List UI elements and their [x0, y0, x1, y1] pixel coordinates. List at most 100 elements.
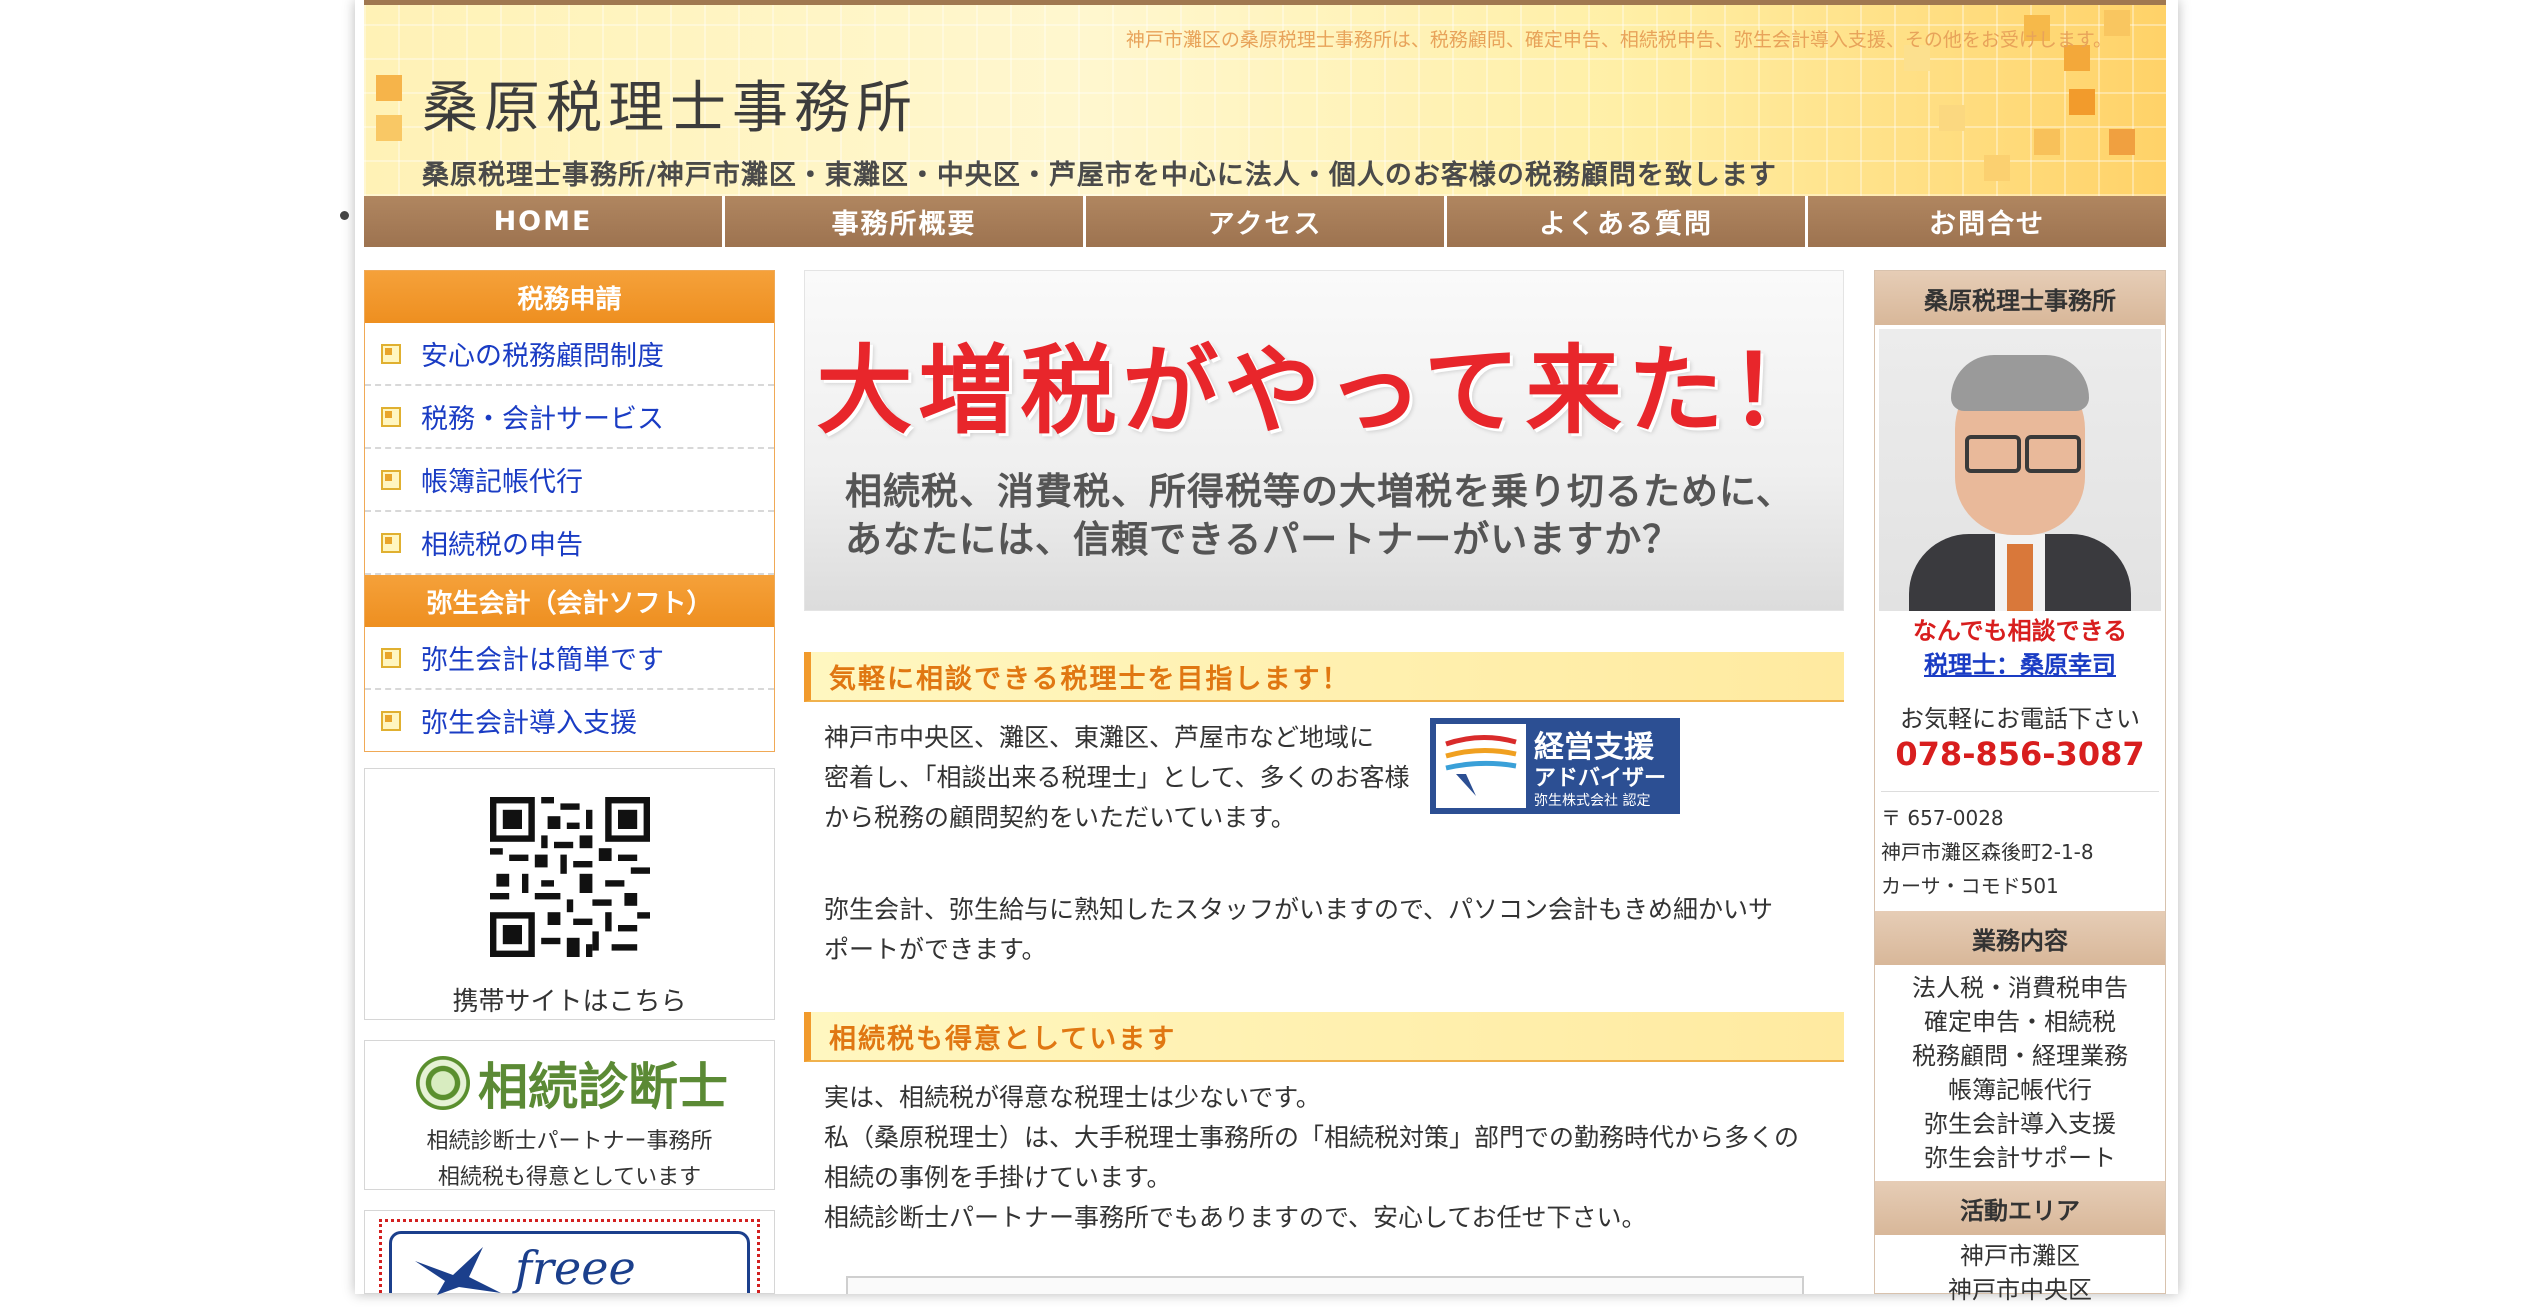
profile-catch: なんでも相談できる [1912, 617, 2128, 645]
nav-home[interactable]: HOME [364, 196, 725, 247]
link-bullet-icon [381, 343, 401, 364]
profile-photo [1879, 329, 2161, 611]
sidebar-link-label[interactable]: 弥生会計導入支援 [421, 701, 637, 740]
text-line: 密着し、「相談出来る税理士」として、多くのお客様 [824, 763, 1410, 792]
header-deco [2109, 129, 2135, 155]
qr-code-icon[interactable] [490, 797, 650, 957]
service-item: 弥生会計サポート [1924, 1144, 2116, 1172]
header-deco [376, 115, 402, 141]
nav-access[interactable]: アクセス [1086, 196, 1447, 247]
hero-line-2: あなたには、信頼できるパートナーがいますか？ [845, 518, 1681, 561]
area-item: 神戸市中央区 [1948, 1276, 2092, 1304]
header-deco [2069, 89, 2095, 115]
photo-glasses-left [1965, 435, 2021, 473]
sidebar-link-tax-advisory[interactable]: 安心の税務顧問制度 [365, 323, 774, 386]
profile-name-link[interactable]: 税理士：桑原幸司 [1875, 645, 2165, 680]
intro-paragraph: 神戸市中央区、灘区、東灘区、芦屋市など地域に 密着し、「相談出来る税理士」として… [824, 718, 1424, 838]
services-list: 法人税・消費税申告 確定申告・相続税 税務顧問・経理業務 帳簿記帳代行 弥生会計… [1875, 971, 2165, 1175]
nav-office-overview[interactable]: 事務所概要 [725, 196, 1086, 247]
link-bullet-icon [381, 710, 401, 731]
souzoku-line2: 相続税も得意としています [437, 1165, 702, 1190]
address-line-1: 神戸市灘区森後町2-1-8 [1881, 840, 2094, 864]
phone-number[interactable]: 078-856-3087 [1875, 735, 2165, 773]
header-tagline: 神戸市灘区の桑原税理士事務所は、税務顧問、確定申告、相続税申告、弥生会計導入支援… [1125, 29, 2112, 51]
sidebar-link-label[interactable]: 帳簿記帳代行 [421, 460, 583, 499]
content-box [846, 1276, 1804, 1294]
photo-hair [1951, 355, 2089, 411]
section-heading: 気軽に相談できる税理士を目指します！ [804, 652, 1844, 702]
badge-subtitle: アドバイザー [1534, 766, 1667, 791]
office-heading: 桑原税理士事務所 [1875, 271, 2165, 325]
hero-title: 大増税がやって来た！ [816, 335, 1832, 447]
freee-card[interactable]: freee [364, 1210, 775, 1295]
service-item: 税務顧問・経理業務 [1912, 1042, 2128, 1070]
area-list: 神戸市灘区 神戸市中央区 [1875, 1239, 2165, 1307]
text-line: 実は、相続税が得意な税理士は少ないです。 [824, 1083, 1321, 1112]
nav-faq[interactable]: よくある質問 [1447, 196, 1808, 247]
sidebar-link-label[interactable]: 相続税の申告 [421, 523, 583, 562]
photo-tie [2007, 544, 2033, 611]
hero-banner: 大増税がやって来た！ 相続税、消費税、所得税等の大増税を乗り切るために、 あなた… [804, 270, 1844, 611]
address-line-2: カーサ・コモド501 [1881, 874, 2059, 898]
services-heading: 業務内容 [1875, 911, 2165, 965]
global-nav: HOME 事務所概要 アクセス よくある質問 お問合せ [364, 196, 2166, 247]
sidebar-link-tax-services[interactable]: 税務・会計サービス [365, 386, 774, 449]
profile-sidebar: 桑原税理士事務所 なんでも相談できる 税理士：桑原幸司 お気軽にお電話下さい 0… [1874, 270, 2166, 1304]
tax-menu-heading: 税務申請 [365, 271, 774, 323]
hero-line-1: 相続税、消費税、所得税等の大増税を乗り切るために、 [845, 470, 1794, 513]
site-header: 桑原税理士事務所 神戸市灘区の桑原税理士事務所は、税務顧問、確定申告、相続税申告… [364, 0, 2166, 196]
service-item: 弥生会計導入支援 [1924, 1110, 2116, 1138]
photo-glasses-right [2025, 435, 2081, 473]
text-line: 弥生会計、弥生給与に熟知したスタッフがいますので、パソコン会計もきめ細かいサ [824, 895, 1774, 924]
nav-contact[interactable]: お問合せ [1808, 196, 2166, 247]
text-line: 相続診断士パートナー事務所でもありますので、安心してお任せ下さい。 [824, 1203, 1647, 1232]
text-line: 神戸市中央区、灘区、東灘区、芦屋市など地域に [824, 723, 1375, 752]
header-subtitle: 桑原税理士事務所/神戸市灘区・東灘区・中央区・芦屋市を中心に法人・個人のお客様の… [422, 160, 1777, 191]
area-heading: 活動エリア [1875, 1181, 2165, 1235]
souzoku-logo: 相続診断士 [407, 1053, 737, 1116]
link-bullet-icon [381, 406, 401, 427]
sidebar-link-inheritance-tax[interactable]: 相続税の申告 [365, 512, 774, 575]
clover-icon [416, 1056, 470, 1110]
header-deco [1984, 155, 2010, 181]
text-line: 相続の事例を手掛けています。 [824, 1163, 1172, 1192]
service-item: 確定申告・相続税 [1924, 1008, 2116, 1036]
text-line: から税務の顧問契約をいただいています。 [824, 803, 1296, 832]
link-bullet-icon [381, 469, 401, 490]
divider [1881, 791, 2159, 792]
sidebar-link-label[interactable]: 弥生会計は簡単です [421, 638, 664, 677]
office-address: 〒 657-0028 神戸市灘区森後町2-1-8 カーサ・コモド501 [1881, 801, 2094, 903]
sidebar-link-bookkeeping[interactable]: 帳簿記帳代行 [365, 449, 774, 512]
mobile-site-card[interactable]: 携帯サイトはこちら [364, 768, 775, 1020]
phone-prompt: お気軽にお電話下さい [1900, 705, 2140, 733]
header-deco [1939, 105, 1965, 131]
list-bullet [340, 211, 349, 220]
header-deco [2034, 129, 2060, 155]
link-bullet-icon [381, 647, 401, 668]
souzoku-card[interactable]: 相続診断士 相続診断士パートナー事務所 相続税も得意としています [364, 1040, 775, 1190]
postal-code: 〒 657-0028 [1881, 806, 2004, 830]
badge-cert: 弥生株式会社 認定 [1534, 793, 1651, 809]
tax-menu: 税務申請 安心の税務顧問制度 税務・会計サービス 帳簿記帳代行 相続税の申告 弥… [364, 270, 775, 752]
site-title[interactable]: 桑原税理士事務所 [422, 63, 918, 144]
souzoku-logo-text: 相続診断士 [478, 1058, 728, 1116]
link-bullet-icon [381, 532, 401, 553]
mobile-site-caption[interactable]: 携帯サイトはこちら [365, 981, 774, 1018]
header-deco [376, 75, 402, 101]
service-item: 帳簿記帳代行 [1948, 1076, 2092, 1104]
text-line: 私（桑原税理士）は、大手税理士事務所の「相続税対策」部門での勤務時代から多くの [824, 1123, 1800, 1152]
sidebar-link-label[interactable]: 税務・会計サービス [421, 397, 664, 436]
sidebar-link-yayoi-easy[interactable]: 弥生会計は簡単です [365, 627, 774, 690]
section-heading: 相続税も得意としています [804, 1012, 1844, 1062]
yayoi-menu-heading: 弥生会計（会計ソフト） [365, 575, 774, 627]
advisor-emblem-icon [1436, 724, 1526, 808]
yayoi-advisor-badge[interactable]: 経営支援 アドバイザー 弥生株式会社 認定 [1430, 718, 1680, 814]
swallow-icon [415, 1247, 501, 1295]
service-item: 法人税・消費税申告 [1912, 974, 2128, 1002]
sidebar-link-yayoi-support[interactable]: 弥生会計導入支援 [365, 690, 774, 751]
staff-paragraph: 弥生会計、弥生給与に熟知したスタッフがいますので、パソコン会計もきめ細かいサ ポ… [824, 890, 1834, 970]
inheritance-paragraph: 実は、相続税が得意な税理士は少ないです。 私（桑原税理士）は、大手税理士事務所の… [824, 1078, 1834, 1238]
text-line: ポートができます。 [824, 935, 1047, 964]
area-item: 神戸市灘区 [1960, 1242, 2080, 1270]
sidebar-link-label[interactable]: 安心の税務顧問制度 [421, 334, 664, 373]
